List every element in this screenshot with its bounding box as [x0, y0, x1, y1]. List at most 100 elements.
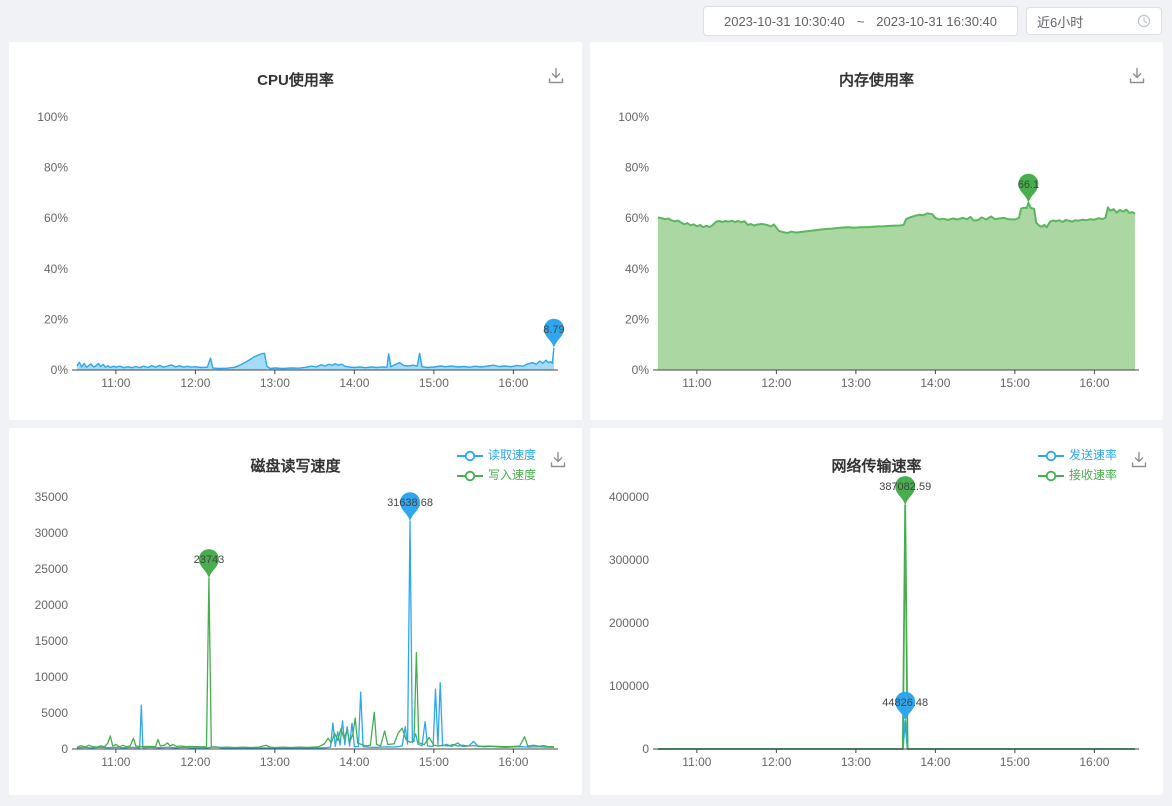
y-axis-tick-label: 60%	[44, 211, 68, 225]
max-marker-pin: 387082.59	[879, 476, 931, 505]
series-line-发送速率	[658, 721, 1135, 749]
series-line-读取速度	[77, 521, 554, 748]
y-axis-tick-label: 300000	[609, 553, 649, 567]
cpu-usage-card: CPU使用率 0% 20% 40% 60% 80% 100% 11:00 12:00 13:00…	[9, 42, 582, 420]
download-button[interactable]	[548, 450, 568, 470]
y-axis-tick-label: 20000	[35, 598, 69, 612]
legend-line-circle-icon	[457, 450, 483, 462]
memory-usage-card: 内存使用率 0% 20% 40% 60% 80% 100% 11:00 12:00 13:00 1…	[590, 42, 1163, 420]
y-axis-tick-label: 10000	[35, 670, 69, 684]
cpu-chart-title: CPU使用率	[9, 42, 582, 90]
time-preset-value: 近6小时	[1037, 12, 1083, 31]
y-axis-tick-label: 200000	[609, 616, 649, 630]
y-axis-tick-label: 25000	[35, 562, 69, 576]
x-axis-tick-label: 12:00	[761, 755, 791, 769]
date-range-separator: ~	[857, 14, 865, 29]
disk-io-chart: 0 5000 10000 15000 20000 25000 30000 35000 11:00…	[9, 468, 582, 793]
download-icon	[546, 66, 566, 86]
y-axis-tick-label: 100000	[609, 679, 649, 693]
max-marker-pin: 23743	[194, 549, 225, 578]
y-axis-tick-label: 30000	[35, 526, 69, 540]
y-axis-tick-label: 400000	[609, 490, 649, 504]
download-button[interactable]	[546, 66, 566, 86]
max-marker-label: 66.1	[1018, 179, 1039, 191]
y-axis-tick-label: 60%	[625, 211, 649, 225]
download-button[interactable]	[1127, 66, 1147, 86]
date-range-end: 2023-10-31 16:30:40	[876, 14, 997, 29]
series-line-写入速度	[77, 578, 554, 747]
y-axis-tick-label: 35000	[35, 490, 69, 504]
x-axis-tick-label: 16:00	[498, 376, 528, 390]
x-axis-tick-label: 12:00	[761, 376, 791, 390]
dashboard-grid: CPU使用率 0% 20% 40% 60% 80% 100% 11:00 12:00 13:00…	[0, 42, 1172, 795]
max-marker-label: 8.79	[543, 324, 564, 336]
max-marker-pin: 66.1	[1018, 174, 1039, 203]
network-rate-chart: 0 100000 200000 300000 400000 11:00 12:00 13:00…	[590, 468, 1163, 793]
legend-item-read-speed[interactable]: 读取速度	[457, 447, 536, 464]
series-line-CPU使用率	[77, 348, 554, 369]
y-axis-tick-label: 40%	[44, 262, 68, 276]
x-axis-tick-label: 14:00	[339, 376, 369, 390]
legend-label: 读取速度	[488, 447, 536, 464]
x-axis-tick-label: 11:00	[101, 755, 130, 769]
y-axis-tick-label: 100%	[37, 110, 68, 124]
x-axis-tick-label: 14:00	[920, 755, 950, 769]
cpu-usage-chart: 0% 20% 40% 60% 80% 100% 11:00 12:00 13:00 14:00 15…	[9, 100, 582, 410]
max-marker-label: 31638.68	[387, 497, 433, 509]
memory-usage-chart: 0% 20% 40% 60% 80% 100% 11:00 12:00 13:00 14:00 15…	[590, 100, 1163, 410]
x-axis-tick-label: 16:00	[498, 755, 528, 769]
y-axis-tick-label: 0	[642, 742, 649, 756]
y-axis-tick-label: 15000	[35, 634, 69, 648]
y-axis-tick-label: 0%	[632, 363, 650, 377]
x-axis-tick-label: 11:00	[682, 755, 711, 769]
download-icon	[548, 450, 568, 470]
y-axis-tick-label: 0	[61, 742, 68, 756]
x-axis-tick-label: 16:00	[1079, 376, 1109, 390]
y-axis-tick-label: 20%	[625, 312, 649, 326]
x-axis-tick-label: 11:00	[682, 376, 711, 390]
x-axis-tick-label: 13:00	[260, 755, 290, 769]
time-preset-select[interactable]: 近6小时	[1026, 7, 1162, 35]
max-marker-pin: 31638.68	[387, 492, 433, 521]
x-axis-tick-label: 15:00	[1000, 376, 1030, 390]
legend-line-circle-icon	[1038, 450, 1064, 462]
x-axis-tick-label: 13:00	[841, 376, 871, 390]
y-axis-tick-label: 5000	[41, 706, 68, 720]
x-axis-tick-label: 11:00	[101, 376, 130, 390]
toolbar: 2023-10-31 10:30:40 ~ 2023-10-31 16:30:4…	[0, 0, 1172, 42]
x-axis-tick-label: 12:00	[180, 376, 210, 390]
legend-item-send-rate[interactable]: 发送速率	[1038, 447, 1117, 464]
max-marker-label: 44826.48	[882, 697, 928, 709]
x-axis-tick-label: 14:00	[920, 376, 950, 390]
y-axis-tick-label: 80%	[44, 161, 68, 175]
date-range-picker[interactable]: 2023-10-31 10:30:40 ~ 2023-10-31 16:30:4…	[703, 6, 1018, 36]
network-rate-card: 网络传输速率 发送速率 接收速率 010	[590, 428, 1163, 795]
y-axis-tick-label: 100%	[618, 110, 649, 124]
x-axis-tick-label: 15:00	[419, 376, 449, 390]
x-axis-tick-label: 12:00	[180, 755, 210, 769]
download-icon	[1127, 66, 1147, 86]
max-marker-pin: 44826.48	[882, 692, 928, 721]
disk-io-card: 磁盘读写速度 读取速度 写入速度 050	[9, 428, 582, 795]
x-axis-tick-label: 16:00	[1079, 755, 1109, 769]
x-axis-tick-label: 13:00	[260, 376, 290, 390]
max-marker-label: 387082.59	[879, 481, 931, 493]
legend-label: 发送速率	[1069, 447, 1117, 464]
x-axis-tick-label: 15:00	[1000, 755, 1030, 769]
max-marker-pin: 8.79	[543, 319, 564, 348]
download-button[interactable]	[1129, 450, 1149, 470]
clock-icon	[1137, 14, 1151, 28]
y-axis-tick-label: 0%	[51, 363, 69, 377]
memory-chart-title: 内存使用率	[590, 42, 1163, 90]
x-axis-tick-label: 14:00	[339, 755, 369, 769]
x-axis-tick-label: 15:00	[419, 755, 449, 769]
y-axis-tick-label: 80%	[625, 161, 649, 175]
download-icon	[1129, 450, 1149, 470]
y-axis-tick-label: 40%	[625, 262, 649, 276]
date-range-start: 2023-10-31 10:30:40	[724, 14, 845, 29]
series-area-内存使用率	[658, 203, 1135, 370]
series-line-接收速率	[658, 505, 1135, 749]
y-axis-tick-label: 20%	[44, 312, 68, 326]
max-marker-label: 23743	[194, 554, 225, 566]
x-axis-tick-label: 13:00	[841, 755, 871, 769]
